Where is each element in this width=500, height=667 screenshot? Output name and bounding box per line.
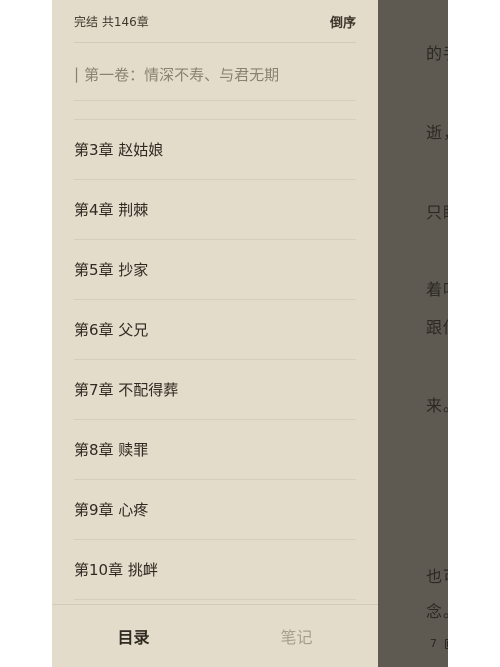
chapter-item[interactable]: 第5章 抄家 <box>74 240 356 300</box>
chapter-item[interactable]: 第8章 赎罪 <box>74 420 356 480</box>
tab-notes[interactable]: 笔记 <box>215 605 378 667</box>
chapter-item[interactable]: 第9章 心疼 <box>74 480 356 540</box>
divider <box>74 100 356 101</box>
chapter-item[interactable]: 第4章 荆棘 <box>74 180 356 240</box>
reader-text-line: 来。 <box>426 396 448 415</box>
reader-text-line: 逝，他 <box>426 123 448 142</box>
tab-contents[interactable]: 目录 <box>52 605 215 667</box>
chapter-item[interactable]: 第6章 父兄 <box>74 300 356 360</box>
reader-text-line: 也可以 <box>426 567 448 586</box>
reader-status-text: 7 <box>430 637 437 650</box>
book-status-label: 完结 共146章 <box>74 14 149 29</box>
reader-text-line: 念。番 <box>426 602 448 621</box>
chapter-title: 第5章 抄家 <box>74 261 149 279</box>
volume-heading[interactable]: | 第一卷：情深不寿、与君无期 <box>74 55 356 93</box>
chapter-title: 第6章 父兄 <box>74 321 149 339</box>
chapter-title: 第3章 赵姑娘 <box>74 141 164 159</box>
chapter-title: 第4章 荆棘 <box>74 201 149 219</box>
chapter-title: 第9章 心疼 <box>74 501 149 519</box>
chapter-title: 第7章 不配得葬 <box>74 381 179 399</box>
reader-text-line: 只眼睛 <box>426 203 448 222</box>
toc-drawer: 完结 共146章 倒序 | 第一卷：情深不寿、与君无期 第3章 赵姑娘 第4章 … <box>52 0 378 667</box>
chapter-title: 第10章 挑衅 <box>74 561 158 579</box>
chapter-title: 第8章 赎罪 <box>74 441 149 459</box>
toc-header: 完结 共146章 倒序 <box>74 0 356 43</box>
volume-title: 第一卷：情深不寿、与君无期 <box>84 65 280 84</box>
drawer-tab-bar: 目录 笔记 <box>52 604 378 667</box>
chapter-list: 第3章 赵姑娘 第4章 荆棘 第5章 抄家 第6章 父兄 第7章 不配得葬 第8… <box>74 120 356 600</box>
chapter-item[interactable]: 第3章 赵姑娘 <box>74 120 356 180</box>
chapter-item[interactable]: 第10章 挑衅 <box>74 540 356 600</box>
volume-marker-icon: | <box>74 65 80 83</box>
reader-text-line: 的手紧 <box>426 44 448 63</box>
battery-icon <box>445 638 448 649</box>
sort-order-button[interactable]: 倒序 <box>330 12 356 31</box>
reader-text-line: 跟你一 <box>426 318 448 337</box>
reader-text-line: 着叶楚 <box>426 280 448 299</box>
reader-status-bar: 7 <box>430 637 448 650</box>
chapter-item[interactable]: 第7章 不配得葬 <box>74 360 356 420</box>
